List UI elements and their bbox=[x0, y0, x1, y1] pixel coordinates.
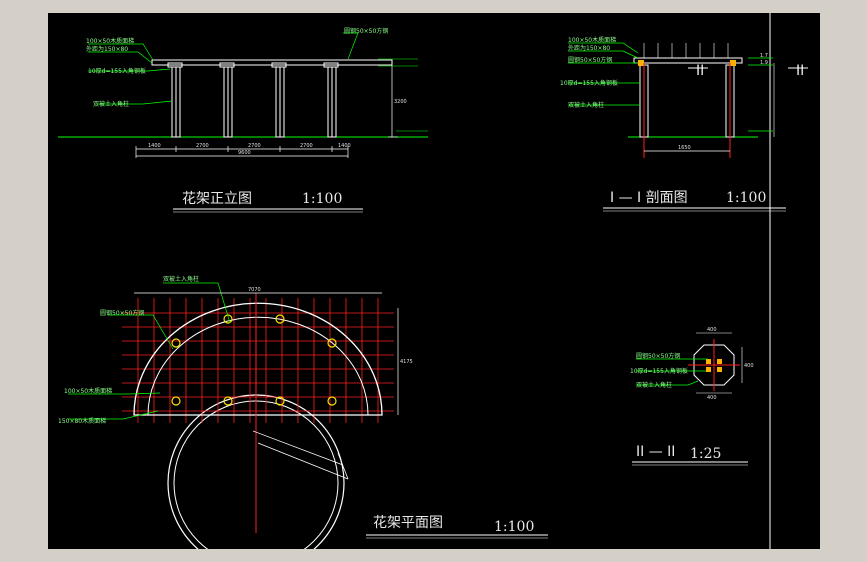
plan-dim-width: 7070 bbox=[248, 287, 261, 293]
section-title: I — I 剖面图 bbox=[610, 190, 688, 206]
plan-grid bbox=[122, 298, 394, 423]
section-view: 100×50木质面梯 外距为150×80 圆钢50×50方钢 10厚d=155入… bbox=[560, 36, 808, 212]
cad-drawing: 100×50木质面梯 外距为150×80 10厚d=155入角钢板 双被土入角柱… bbox=[58, 13, 808, 549]
elevation-dim-2: 2700 bbox=[196, 143, 209, 149]
plan-note-3: 100×50木质面梯 bbox=[64, 387, 112, 395]
detail-dim-top: 400 bbox=[707, 327, 717, 333]
section-note-2: 外距为150×80 bbox=[568, 44, 610, 52]
section-scale: 1:100 bbox=[726, 190, 766, 206]
elevation-dim-5: 1400 bbox=[338, 143, 351, 149]
plan-column bbox=[327, 396, 337, 406]
elevation-dim-4: 2700 bbox=[300, 143, 313, 149]
detail-scale: 1:25 bbox=[690, 446, 721, 462]
elevation-view: 100×50木质面梯 外距为150×80 10厚d=155入角钢板 双被土入角柱… bbox=[58, 27, 428, 213]
plan-title: 花架平面图 bbox=[373, 515, 443, 531]
section-note-5: 双被土入角柱 bbox=[568, 101, 604, 109]
section-note-3: 圆钢50×50方钢 bbox=[568, 56, 612, 64]
plan-note-2: 圆钢50×50方钢 bbox=[100, 309, 144, 317]
plan-note-1: 双被土入角柱 bbox=[163, 275, 199, 283]
section-dim-2: 1.9 bbox=[760, 60, 768, 66]
elevation-columns bbox=[167, 62, 339, 138]
elevation-note-4: 双被土入角柱 bbox=[93, 100, 129, 108]
plan-column bbox=[171, 396, 181, 406]
detail-view: 400 400 400 圆钢50×50方钢 10厚d=155入角钢板 双被土入角… bbox=[630, 327, 754, 466]
elevation-title: 花架正立图 bbox=[182, 191, 252, 207]
elevation-note-1: 100×50木质面梯 bbox=[86, 37, 134, 45]
elevation-note-5: 圆钢50×50方钢 bbox=[344, 27, 388, 35]
plan-dim-depth: 4175 bbox=[400, 359, 413, 365]
detail-note-3: 双被土入角柱 bbox=[636, 381, 672, 389]
elevation-dim-total: 9600 bbox=[238, 150, 251, 156]
elevation-note-2: 外距为150×80 bbox=[86, 45, 128, 53]
plan-scale: 1:100 bbox=[494, 519, 534, 535]
detail-dim-bottom: 400 bbox=[707, 395, 717, 401]
section-mark-right: II bbox=[796, 63, 804, 79]
section-dim-1: 1.7 bbox=[760, 53, 768, 59]
detail-title: II — II bbox=[636, 444, 675, 460]
elevation-dim-3: 2700 bbox=[248, 143, 261, 149]
detail-note-2: 10厚d=155入角钢板 bbox=[630, 367, 688, 375]
elevation-dim-1: 1400 bbox=[148, 143, 161, 149]
plan-column bbox=[171, 338, 181, 348]
section-note-4: 10厚d=155入角钢板 bbox=[560, 79, 618, 87]
plan-semicircle bbox=[133, 302, 383, 416]
detail-dim-side: 400 bbox=[744, 363, 754, 369]
elevation-dim-height: 3200 bbox=[394, 99, 407, 105]
plan-note-4: 150×80木质面梯 bbox=[58, 417, 106, 425]
section-note-1: 100×50木质面梯 bbox=[568, 36, 616, 44]
elevation-scale: 1:100 bbox=[302, 191, 342, 207]
section-mark-left: II bbox=[696, 63, 704, 79]
detail-note-1: 圆钢50×50方钢 bbox=[636, 352, 680, 360]
section-dim-width: 1650 bbox=[678, 145, 691, 151]
elevation-note-3: 10厚d=155入角钢板 bbox=[88, 67, 146, 75]
plan-columns bbox=[171, 314, 337, 406]
drawing-sheet: 100×50木质面梯 外距为150×80 10厚d=155入角钢板 双被土入角柱… bbox=[48, 13, 820, 549]
plan-view: 7070 4175 双被土入角柱 圆钢50×50方钢 100×50木质面梯 15… bbox=[58, 275, 548, 549]
